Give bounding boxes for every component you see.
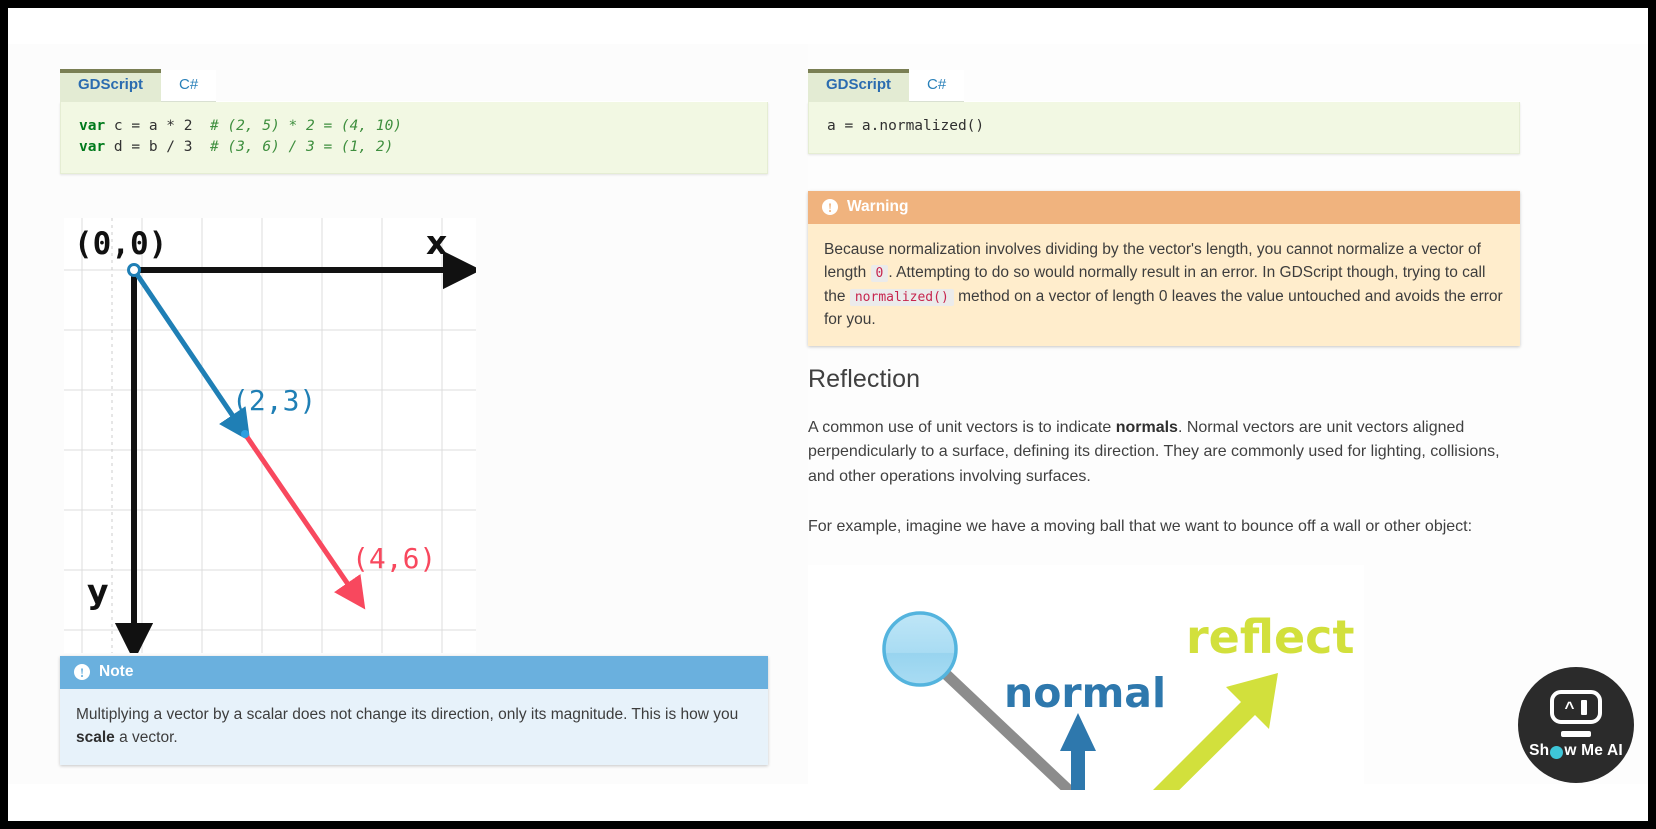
- code-text: d = b / 3: [105, 138, 210, 155]
- warning-icon: !: [822, 199, 838, 215]
- code-block-left[interactable]: var c = a * 2 # (2, 5) * 2 = (4, 10) var…: [60, 102, 768, 175]
- reflection-paragraph-1: A common use of unit vectors is to indic…: [808, 416, 1508, 489]
- tab-label: C#: [927, 75, 947, 93]
- eye-bar-icon: [1581, 699, 1588, 715]
- code-comment: # (3, 6) / 3 = (1, 2): [209, 138, 394, 155]
- warning-title: Warning: [847, 198, 909, 215]
- reflection-section: Reflection A common use of unit vectors …: [808, 337, 1520, 791]
- warning-body: Because normalization involves dividing …: [808, 224, 1520, 346]
- note-body: Multiplying a vector by a scalar does no…: [60, 689, 768, 765]
- code-line: var d = b / 3 # (3, 6) / 3 = (1, 2): [79, 137, 749, 158]
- docs-page: GDScript C# var c = a * 2 # (2, 5) * 2 =…: [8, 44, 1648, 791]
- reflect-illustration: normal reflect: [808, 565, 1364, 791]
- code-line: var c = a * 2 # (2, 5) * 2 = (4, 10): [79, 116, 749, 137]
- normal-label: normal: [1004, 669, 1166, 717]
- robot-face-icon: ^: [1550, 690, 1602, 724]
- note-text-after: a vector.: [114, 729, 178, 747]
- inline-code-zero: 0: [870, 265, 889, 283]
- tab-label: GDScript: [826, 75, 892, 93]
- note-text-before: Multiplying a vector by a scalar does no…: [76, 706, 739, 723]
- ball-circle: [882, 611, 958, 687]
- tab-csharp-right[interactable]: C#: [909, 69, 965, 102]
- note-bold-word: scale: [76, 729, 115, 747]
- code-block-right[interactable]: a = a.normalized(): [808, 102, 1520, 154]
- tab-gdscript-right[interactable]: GDScript: [808, 68, 910, 102]
- vector-label-blue: (2,3): [232, 384, 316, 417]
- right-column: GDScript C# a = a.normalized() ! Warning…: [808, 44, 1648, 791]
- para1-bold: normals: [1115, 419, 1178, 436]
- tab-filler: [964, 101, 1520, 102]
- left-column: GDScript C# var c = a * 2 # (2, 5) * 2 =…: [8, 44, 808, 784]
- watermark-text-after: w Me AI: [1564, 742, 1623, 759]
- note-title-bar: ! Note: [60, 656, 768, 689]
- x-axis-label: x: [426, 223, 447, 262]
- keyword-var: var: [79, 118, 106, 134]
- code-text: c = a * 2: [105, 118, 210, 134]
- vector-label-red: (4,6): [352, 542, 436, 575]
- note-admonition: ! Note Multiplying a vector by a scalar …: [60, 656, 768, 765]
- reflect-illustration-svg: normal reflect: [808, 565, 1364, 791]
- cyan-dot-o-icon: [1550, 745, 1564, 759]
- chevron-up-icon: ^: [1564, 697, 1575, 717]
- origin-point: [127, 263, 141, 277]
- y-axis-label: y: [87, 572, 109, 611]
- vector-diagram: (0,0) x y (2,3) (4,6): [64, 218, 482, 662]
- info-icon: !: [74, 664, 90, 680]
- left-code-panel: GDScript C# var c = a * 2 # (2, 5) * 2 =…: [60, 68, 768, 175]
- watermark-text-before: Sh: [1529, 742, 1550, 759]
- para1-a: A common use of unit vectors is to indic…: [808, 419, 1116, 436]
- midpoint-point: [241, 430, 249, 438]
- watermark-text: Sh w Me AI: [1529, 742, 1623, 760]
- warning-admonition: ! Warning Because normalization involves…: [808, 191, 1520, 346]
- origin-label: (0,0): [74, 226, 167, 262]
- robot-neck-icon: [1561, 731, 1591, 737]
- reflect-label: reflect: [1186, 610, 1354, 664]
- code-line: a = a.normalized(): [827, 118, 985, 134]
- inline-code-normalized: normalized(): [849, 288, 954, 306]
- tab-label: GDScript: [78, 75, 144, 93]
- show-me-ai-watermark: ^ Sh w Me AI: [1518, 667, 1634, 783]
- right-code-panel: GDScript C# a = a.normalized(): [808, 68, 1520, 154]
- page-frame: GDScript C# var c = a * 2 # (2, 5) * 2 =…: [8, 8, 1648, 821]
- note-title: Note: [99, 663, 134, 680]
- right-tab-strip: GDScript C#: [808, 68, 1520, 102]
- vector-diagram-svg: (0,0) x y (2,3) (4,6): [64, 218, 482, 662]
- tab-filler: [216, 101, 768, 102]
- left-tab-strip: GDScript C#: [60, 68, 768, 102]
- tab-label: C#: [179, 75, 199, 93]
- tab-csharp-left[interactable]: C#: [161, 69, 217, 102]
- keyword-var: var: [79, 138, 106, 155]
- page-title: Reflection: [808, 365, 921, 393]
- reflection-paragraph-2: For example, imagine we have a moving ba…: [808, 517, 1473, 535]
- code-comment: # (2, 5) * 2 = (4, 10): [209, 118, 403, 134]
- warning-title-bar: ! Warning: [808, 191, 1520, 224]
- tab-gdscript-left[interactable]: GDScript: [60, 68, 162, 102]
